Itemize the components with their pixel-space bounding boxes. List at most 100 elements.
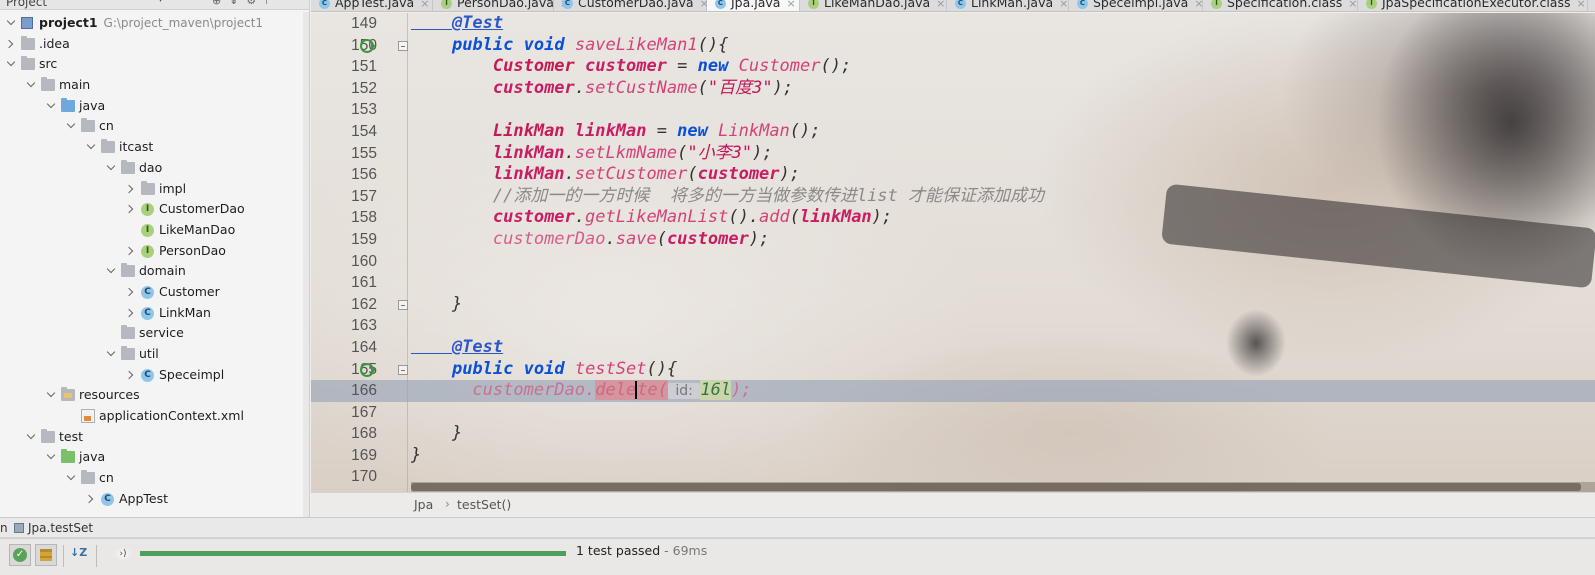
close-icon[interactable]: ×: [786, 0, 795, 10]
code-line[interactable]: 164 @Test: [311, 337, 1595, 359]
chevron-right-icon[interactable]: [126, 370, 136, 380]
chevron-down-icon[interactable]: [46, 101, 56, 111]
code-text[interactable]: customer.getLikeManList().add(linkMan);: [411, 207, 892, 229]
code-text[interactable]: }: [411, 445, 421, 467]
tree-item[interactable]: resources: [0, 385, 305, 406]
tree-item[interactable]: java: [0, 447, 305, 468]
line-number[interactable]: 170: [311, 466, 377, 488]
tree-item[interactable]: test: [0, 427, 305, 448]
chevron-down-icon[interactable]: [86, 142, 96, 152]
line-number[interactable]: 157: [311, 186, 377, 208]
code-line[interactable]: 154 LinkMan linkMan = new LinkMan();: [311, 121, 1595, 143]
code-line[interactable]: 151 Customer customer = new Customer();: [311, 56, 1595, 78]
show-ignored-button[interactable]: [35, 544, 57, 566]
line-number[interactable]: 168: [311, 423, 377, 445]
code-line[interactable]: 165 public void testSet(){: [311, 359, 1595, 381]
tree-item[interactable]: cn: [0, 468, 305, 489]
tree-item[interactable]: domain: [0, 261, 305, 282]
scrollbar-thumb[interactable]: [411, 483, 1581, 491]
editor-tab[interactable]: C Jpa.java ×: [707, 0, 800, 11]
panel-tools-icons[interactable]: ⊕⇟⚙⤒: [212, 0, 277, 8]
line-number[interactable]: 163: [311, 315, 377, 337]
tree-item[interactable]: itcast: [0, 137, 305, 158]
code-line[interactable]: 157 //添加一的一方时候 将多的一方当做参数传进list 才能保证添加成功: [311, 186, 1595, 208]
chevron-down-icon[interactable]: [66, 121, 76, 131]
code-text[interactable]: Customer customer = new Customer();: [411, 56, 851, 78]
show-passed-button[interactable]: [9, 544, 31, 566]
code-line[interactable]: 159 customerDao.save(customer);: [311, 229, 1595, 251]
code-line[interactable]: 167: [311, 402, 1595, 424]
line-number[interactable]: 169: [311, 445, 377, 467]
editor-tab[interactable]: I JpaSpecificationExecutor.class ×: [1358, 0, 1588, 11]
tree-item[interactable]: util: [0, 344, 305, 365]
close-icon[interactable]: ×: [936, 0, 945, 10]
chevron-down-icon[interactable]: ▾: [158, 0, 163, 5]
line-number[interactable]: 158: [311, 207, 377, 229]
line-number[interactable]: 154: [311, 121, 377, 143]
fold-icon[interactable]: [398, 40, 408, 51]
code-text[interactable]: }: [411, 423, 462, 445]
chevron-right-icon[interactable]: [126, 204, 136, 214]
editor-tab[interactable]: C LinkMan.java ×: [947, 0, 1069, 11]
code-text[interactable]: customerDao.save(customer);: [411, 229, 769, 251]
code-line[interactable]: 163: [311, 315, 1595, 337]
editor-tab[interactable]: I LikeManDao.java ×: [800, 0, 947, 11]
code-line[interactable]: 155 linkMan.setLkmName("小李3");: [311, 143, 1595, 165]
breadcrumb-method[interactable]: testSet(): [457, 493, 511, 516]
line-number[interactable]: 166: [311, 380, 377, 402]
line-number[interactable]: 161: [311, 272, 377, 294]
close-icon[interactable]: ×: [1348, 0, 1357, 10]
chevron-right-icon[interactable]: [86, 494, 96, 504]
line-number[interactable]: 167: [311, 402, 377, 424]
chevron-down-icon[interactable]: [26, 80, 36, 90]
code-text[interactable]: @Test: [411, 337, 503, 359]
code-line[interactable]: 158 customer.getLikeManList().add(linkMa…: [311, 207, 1595, 229]
chevron-down-icon[interactable]: [6, 18, 16, 28]
code-text[interactable]: LinkMan linkMan = new LinkMan();: [411, 121, 821, 143]
line-number[interactable]: 156: [311, 164, 377, 186]
tree-item[interactable]: src: [0, 54, 305, 75]
tree-item[interactable]: C LinkMan: [0, 303, 305, 324]
line-number[interactable]: 152: [311, 78, 377, 100]
chevron-right-icon[interactable]: [6, 39, 16, 49]
chevron-right-icon[interactable]: [126, 246, 136, 256]
code-line[interactable]: 156 linkMan.setCustomer(customer);: [311, 164, 1595, 186]
close-icon[interactable]: ×: [1576, 0, 1585, 10]
line-number[interactable]: 162: [311, 294, 377, 316]
code-line[interactable]: 150 public void saveLikeMan1(){: [311, 35, 1595, 57]
tree-item[interactable]: dao: [0, 158, 305, 179]
chevron-down-icon[interactable]: [6, 59, 16, 69]
chevron-down-icon[interactable]: [46, 390, 56, 400]
close-icon[interactable]: ×: [420, 0, 429, 10]
code-line[interactable]: 153: [311, 99, 1595, 121]
code-line[interactable]: 166 customerDao.delete( id: 16l);: [311, 380, 1595, 402]
code-text[interactable]: linkMan.setLkmName("小李3");: [411, 143, 773, 165]
fold-icon[interactable]: [398, 299, 408, 310]
chevron-down-icon[interactable]: [46, 452, 56, 462]
tree-item[interactable]: service: [0, 323, 305, 344]
chevron-right-icon[interactable]: [126, 184, 136, 194]
chevron-down-icon[interactable]: [106, 266, 116, 276]
chevron-down-icon[interactable]: [106, 163, 116, 173]
project-panel-title[interactable]: Project: [6, 0, 47, 9]
tree-item[interactable]: project1 G:\project_maven\project1: [0, 13, 305, 34]
code-line[interactable]: 162 }: [311, 294, 1595, 316]
line-number[interactable]: 153: [311, 99, 377, 121]
code-text[interactable]: customer.setCustName("百度3");: [411, 78, 793, 100]
tree-item[interactable]: C Speceimpl: [0, 365, 305, 386]
tree-item[interactable]: I LikeManDao: [0, 220, 305, 241]
editor-tab[interactable]: C CustomerDao.java ×: [554, 0, 709, 11]
editor-tab[interactable]: C AppTest.java ×: [311, 0, 433, 11]
code-line[interactable]: 160: [311, 251, 1595, 273]
chevron-down-icon[interactable]: [106, 349, 116, 359]
tree-item[interactable]: impl: [0, 179, 305, 200]
close-icon[interactable]: ×: [1059, 0, 1068, 10]
tree-item[interactable]: I CustomerDao: [0, 199, 305, 220]
editor-tab[interactable]: C Speceimpl.java ×: [1069, 0, 1204, 11]
code-text[interactable]: linkMan.setCustomer(customer);: [411, 164, 800, 186]
code-line[interactable]: 161: [311, 272, 1595, 294]
breadcrumb-class[interactable]: Jpa: [414, 493, 433, 516]
tree-item[interactable]: main: [0, 75, 305, 96]
line-number[interactable]: 164: [311, 337, 377, 359]
horizontal-scrollbar[interactable]: [411, 482, 1595, 492]
